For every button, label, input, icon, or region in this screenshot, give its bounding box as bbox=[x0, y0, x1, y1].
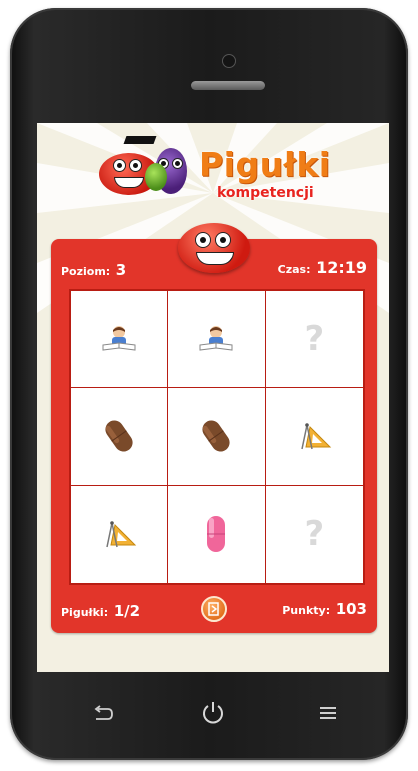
question-mark-icon: ? bbox=[304, 319, 325, 360]
graduation-cap-icon bbox=[123, 136, 157, 144]
geometry-tools-icon bbox=[106, 521, 137, 548]
points-counter: Punkty: 103 bbox=[282, 599, 367, 618]
power-icon[interactable] bbox=[200, 700, 226, 726]
pills-counter: Pigułki: 1/2 bbox=[61, 601, 140, 620]
board-cell[interactable] bbox=[168, 291, 266, 389]
brown-pill-icon bbox=[202, 420, 231, 453]
board-cell[interactable] bbox=[71, 388, 169, 486]
back-arrow-icon[interactable] bbox=[92, 704, 114, 724]
device-nav-bar bbox=[0, 690, 418, 740]
logo-subtitle: kompetencji bbox=[217, 185, 314, 201]
game-logo: Pigułki kompetencji bbox=[37, 123, 389, 233]
board-cell[interactable] bbox=[71, 291, 169, 389]
level-value: 3 bbox=[115, 261, 127, 279]
earpiece-speaker bbox=[191, 81, 265, 90]
points-value: 103 bbox=[335, 600, 367, 618]
brown-pill-icon bbox=[105, 420, 133, 453]
exit-button[interactable] bbox=[201, 596, 227, 622]
timer-value: 12:19 bbox=[316, 258, 367, 277]
game-screen: Pigułki kompetencji Poziom: 3 Czas: 12:1… bbox=[37, 123, 389, 672]
green-pill-mascot bbox=[145, 163, 167, 191]
pink-pill-icon bbox=[207, 516, 226, 553]
timer-label: Czas: bbox=[277, 263, 311, 276]
board-cell-hidden[interactable]: ? bbox=[266, 486, 363, 583]
timer: Czas: 12:19 bbox=[278, 258, 367, 277]
board-cell[interactable] bbox=[71, 485, 169, 583]
logo-title: Pigułki bbox=[199, 145, 331, 184]
game-panel: Poziom: 3 Czas: 12:19 ? ? Pigułki: 1/2 P… bbox=[51, 223, 377, 633]
points-label: Punkty: bbox=[282, 604, 331, 617]
student-reading-icon bbox=[199, 326, 233, 351]
geometry-tools-icon bbox=[301, 423, 332, 450]
question-mark-icon: ? bbox=[304, 514, 325, 555]
board-cell[interactable] bbox=[168, 485, 266, 583]
menu-icon[interactable] bbox=[318, 705, 338, 721]
red-mascot-head bbox=[178, 223, 250, 273]
level-indicator: Poziom: 3 bbox=[61, 260, 126, 279]
pills-label: Pigułki: bbox=[61, 606, 109, 619]
board-cell-hidden[interactable]: ? bbox=[265, 291, 363, 389]
board-cell[interactable] bbox=[168, 388, 266, 486]
pills-value: 1/2 bbox=[113, 602, 141, 620]
student-reading-icon bbox=[102, 326, 136, 351]
board-cell[interactable] bbox=[265, 388, 363, 486]
front-camera bbox=[222, 54, 236, 68]
level-label: Poziom: bbox=[61, 265, 111, 278]
exit-door-icon bbox=[208, 602, 219, 616]
memory-board: ? ? bbox=[69, 289, 365, 585]
